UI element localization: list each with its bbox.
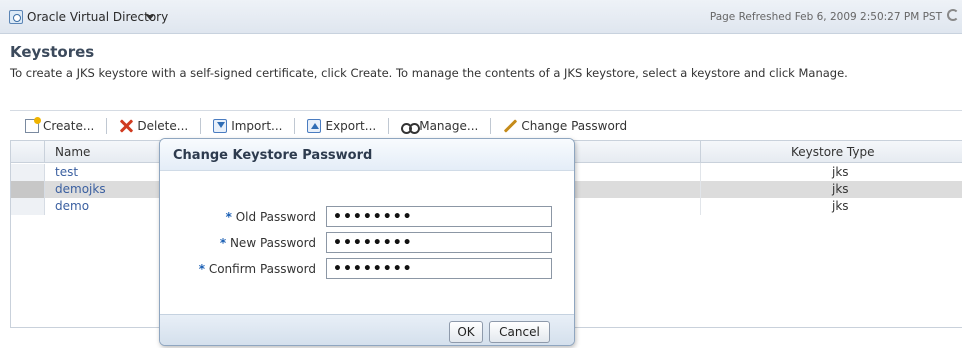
keystore-type: jks (832, 165, 849, 179)
old-password-row: * Old Password •••••••• (160, 206, 574, 228)
page-title: Keystores (10, 43, 95, 61)
manage-label: Manage... (419, 118, 479, 133)
export-icon (307, 118, 322, 133)
delete-button[interactable]: Delete... (119, 119, 200, 133)
old-password-label: * Old Password (225, 210, 316, 224)
delete-label: Delete... (137, 118, 189, 133)
old-password-field[interactable]: •••••••• (326, 206, 552, 227)
import-icon (213, 118, 228, 133)
new-password-row: * New Password •••••••• (160, 232, 574, 254)
column-divider (700, 163, 701, 215)
top-bar: Oracle Virtual Directory Page Refreshed … (0, 0, 962, 34)
row-selector[interactable] (11, 198, 45, 215)
refresh-icon[interactable] (947, 9, 959, 21)
app-icon (9, 10, 23, 24)
required-mark: * (198, 262, 205, 276)
page-description: To create a JKS keystore with a self-sig… (10, 66, 848, 80)
toolbar-separator (294, 117, 296, 134)
ok-button[interactable]: OK (449, 321, 483, 343)
toolbar-separator (106, 117, 108, 134)
pencil-icon (503, 119, 517, 133)
required-mark: * (225, 210, 232, 224)
column-header-name[interactable]: Name (55, 145, 90, 159)
keystore-name-link[interactable]: demojks (55, 182, 106, 196)
toolbar-separator (490, 117, 492, 134)
keystore-name-link[interactable]: test (55, 165, 78, 179)
export-button[interactable]: Export... (307, 118, 388, 133)
confirm-password-label: * Confirm Password (198, 262, 316, 276)
change-password-dialog: Change Keystore Password * Old Password … (159, 138, 575, 346)
delete-icon (119, 119, 133, 133)
change-password-label: Change Password (521, 118, 628, 133)
confirm-password-row: * Confirm Password •••••••• (160, 258, 574, 280)
glasses-icon (401, 119, 421, 134)
new-password-field[interactable]: •••••••• (326, 232, 552, 253)
keystore-type: jks (832, 182, 849, 196)
dialog-title: Change Keystore Password (173, 148, 373, 163)
new-password-label: * New Password (219, 236, 316, 250)
create-label: Create... (43, 118, 95, 133)
row-selector[interactable] (11, 164, 45, 181)
cancel-button[interactable]: Cancel (489, 321, 550, 343)
chevron-down-icon[interactable] (146, 15, 154, 20)
required-mark: * (219, 236, 227, 250)
import-label: Import... (231, 118, 283, 133)
toolbar-separator (388, 117, 390, 134)
keystore-type: jks (832, 199, 849, 213)
keystore-name-link[interactable]: demo (55, 199, 89, 213)
export-label: Export... (325, 118, 377, 133)
toolbar-separator (200, 117, 202, 134)
keystore-toolbar: Create... Delete... Import... Export... … (10, 110, 962, 140)
row-header-column (11, 141, 45, 163)
create-button[interactable]: Create... (25, 116, 106, 133)
column-divider (700, 141, 701, 163)
dialog-header[interactable]: Change Keystore Password (160, 139, 574, 171)
manage-button[interactable]: Manage... (401, 118, 490, 134)
create-icon (25, 116, 41, 133)
page-refreshed-text: Page Refreshed Feb 6, 2009 2:50:27 PM PS… (709, 11, 942, 23)
dialog-footer: OK Cancel (160, 314, 574, 345)
confirm-password-field[interactable]: •••••••• (326, 258, 552, 279)
row-selector[interactable] (11, 181, 45, 198)
import-button[interactable]: Import... (213, 118, 294, 133)
change-password-button[interactable]: Change Password (503, 119, 639, 133)
column-header-keystore-type[interactable]: Keystore Type (791, 145, 874, 159)
